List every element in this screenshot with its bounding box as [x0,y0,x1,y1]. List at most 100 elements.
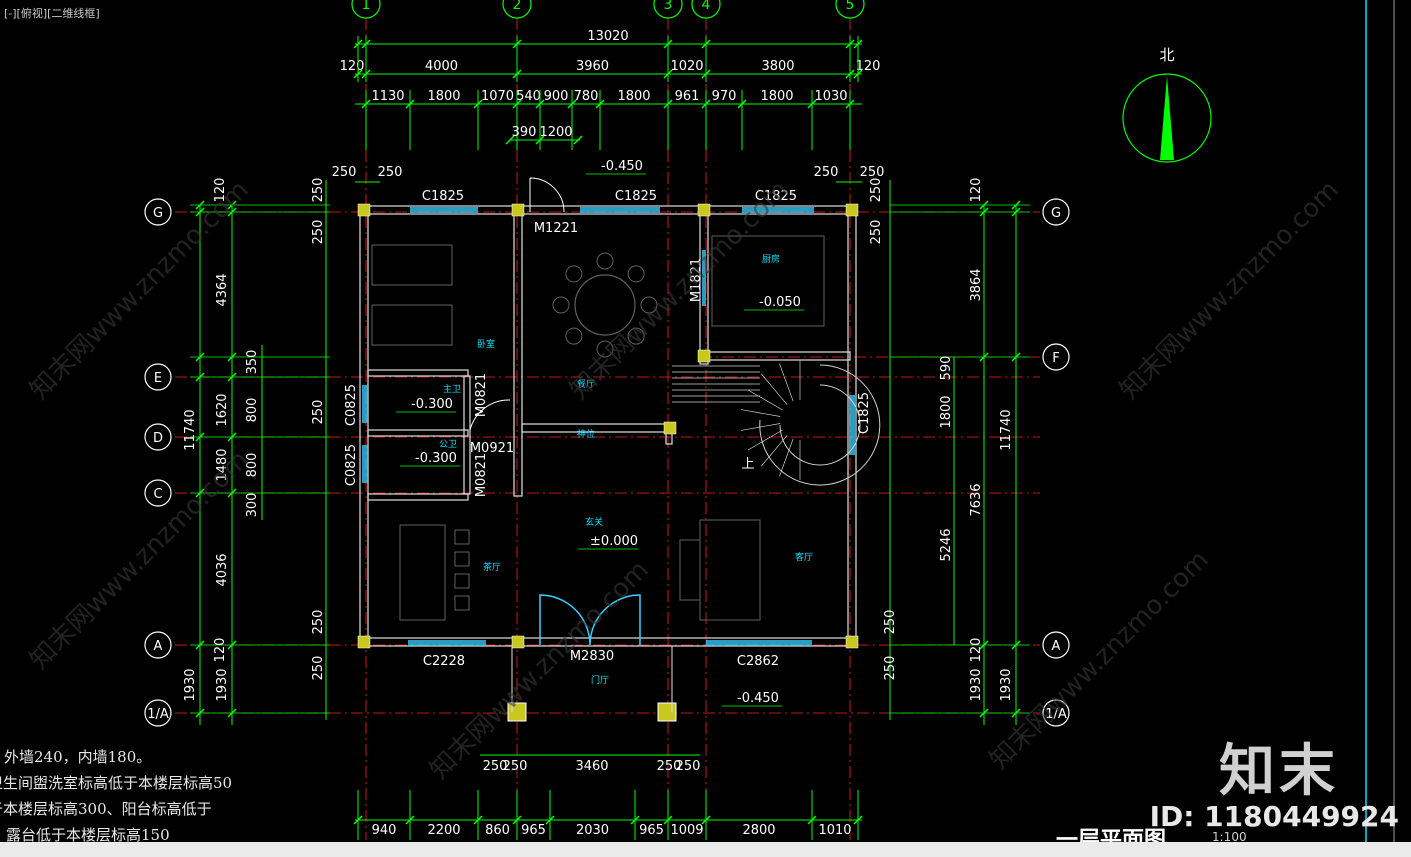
dim-label: 1200 [539,125,572,140]
dim-label: 3864 [969,268,984,301]
dim-label: 1130 [371,89,404,104]
dim-label: 1010 [818,823,851,838]
room-label: 主卫 [443,383,461,395]
porch-column [657,702,677,722]
brand-watermark: 知末 [1219,739,1339,804]
viewport-label[interactable]: [-][俯视][二维线框] [4,5,100,21]
axis-bubble-label: 4 [702,0,711,13]
stair-up-label: 上 [741,457,754,472]
chair [454,551,470,567]
room-label: 客厅 [795,551,813,563]
status-bar [0,842,1411,857]
dim-label: 250 [503,759,528,774]
cad-drawing-canvas[interactable]: 1 2 3 4 5GEDCA1/AGFA1/A13020120 4000 3960 1020 3… [0,0,1411,857]
structural-column [511,635,525,649]
dining-chair [596,252,614,270]
wall [359,205,369,647]
dim-label: 250 [676,759,701,774]
dim-label: 961 [675,89,700,104]
window-label: C1825 [422,189,464,204]
structural-column [845,203,859,217]
image-id: ID: 1180449924 [1149,800,1399,833]
dim-label: 250 [883,610,898,635]
note-line: 于本楼层标高300、阳台标高低于 [0,800,212,818]
dim-label: 1930 [183,668,198,701]
design-notes: 外墙240，内墙180。 卫生间盥洗室标高低于本楼层标高50 于本楼层标高300… [0,744,232,848]
dim-label: 250 [311,610,326,635]
dim-label: 250 [814,165,839,180]
axis-bubble-label: 3 [664,0,673,13]
stair-tread [740,423,781,431]
dim-label: 250 [311,656,326,681]
stair-tread [779,438,794,477]
dim-label: 2800 [742,823,775,838]
dim-label: 250 [378,165,403,180]
dim-label: 1800 [760,89,793,104]
chair [454,529,470,545]
dining-chair [565,265,583,283]
dim-label: 970 [712,89,737,104]
dim-label: 250 [311,178,326,203]
dim-label: 4000 [425,59,458,74]
level-mark: -0.300 [411,397,453,412]
dim-label: 250 [883,656,898,681]
dim-label: 940 [372,823,397,838]
window [362,445,368,483]
structural-column [697,203,711,217]
window-label: C0825 [344,444,359,486]
level-mark: -0.450 [737,691,779,706]
room-label: 公卫 [439,439,457,450]
dim-label: 11740 [183,409,198,450]
dim-label: 2030 [576,823,609,838]
dim-label: 3460 [575,759,608,774]
dim-label: 250 [869,220,884,245]
structural-column [357,635,371,649]
dim-label: 390 [512,125,537,140]
axis-bubble-label: 5 [846,0,855,13]
dim-label: 1009 [670,823,703,838]
north-label: 北 [1159,46,1174,64]
wall [367,493,469,501]
dim-label: 900 [544,89,569,104]
axis-bubble-label: G [1051,206,1061,221]
window [580,207,660,213]
window-label: C1825 [857,392,872,434]
axis-bubble-label: 2 [513,0,522,13]
dim-label: 4036 [215,553,230,586]
door-label: M1221 [534,221,578,236]
structural-column [845,635,859,649]
dim-label: 1800 [939,395,954,428]
note-line: 卫生间盥洗室标高低于本楼层标高50 [0,774,233,792]
dim-label: 590 [939,356,954,381]
dim-label: 350 [245,350,260,375]
dim-label: 1020 [670,59,703,74]
dim-label: 1030 [814,89,847,104]
chair [454,573,470,589]
dim-label: 120 [969,638,984,663]
bed [371,304,453,346]
axis-bubble-label: G [153,206,163,221]
door-label: M0821 [474,373,489,417]
wall [513,213,523,497]
dim-label: 7636 [969,483,984,516]
wall [521,423,673,433]
dim-label: 1930 [969,668,984,701]
dim-label: 1070 [481,89,514,104]
dim-label: 3800 [761,59,794,74]
sofa [699,519,761,621]
dim-label: 860 [485,823,510,838]
dim-label: 1930 [215,668,230,701]
window-label: C1825 [615,189,657,204]
structural-column [663,421,677,435]
dining-chair [627,265,645,283]
dim-label: 1800 [427,89,460,104]
dim-label: 300 [245,493,260,518]
axis-bubble-label: E [154,371,162,386]
wall [463,375,471,495]
axis-bubble-label: F [1052,351,1059,366]
stair-tread [779,363,794,402]
room-label: 门厅 [591,674,609,686]
sofa [679,539,701,601]
level-mark: -0.050 [759,295,801,310]
level-mark: -0.450 [601,159,643,174]
